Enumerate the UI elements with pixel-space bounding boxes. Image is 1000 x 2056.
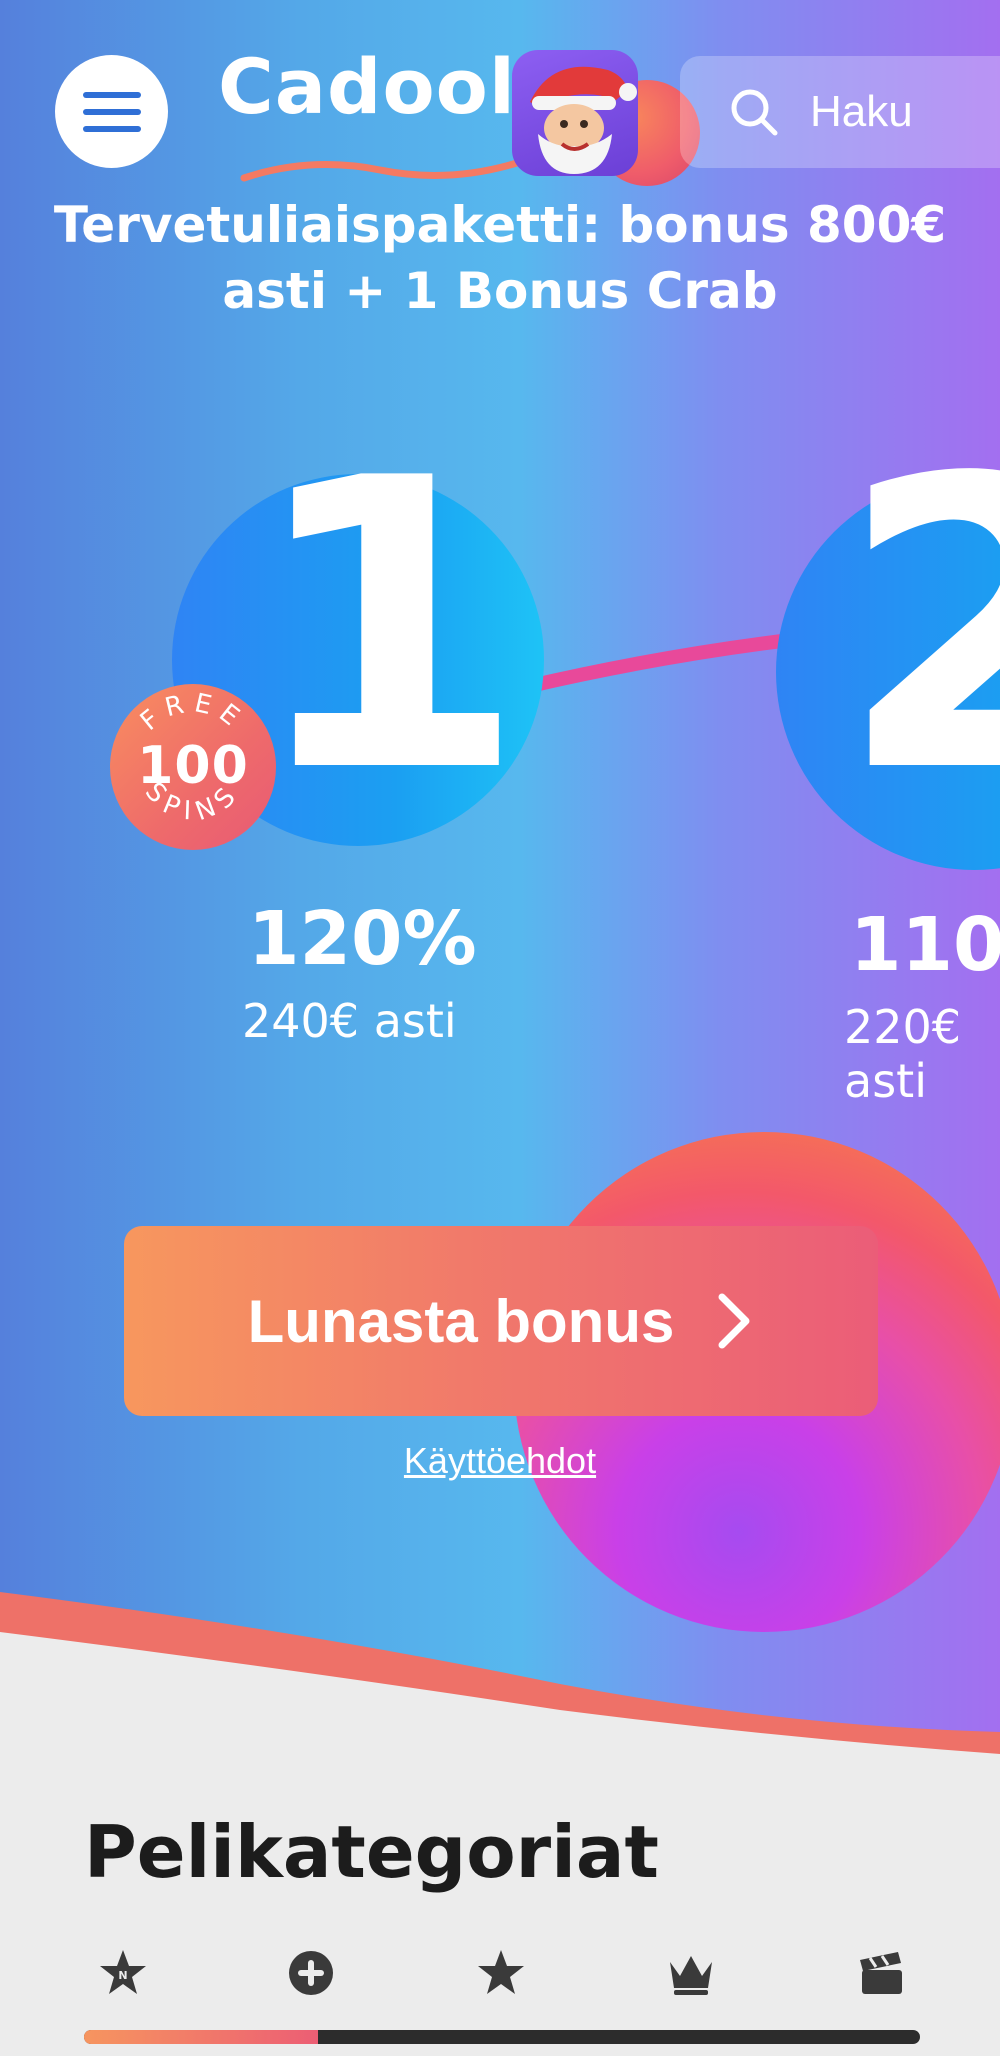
step-2-limit: 220€ asti	[844, 1000, 962, 1108]
category-new[interactable]: N	[96, 1946, 150, 2000]
step-1-number: 1	[248, 395, 527, 860]
categories-scroll-fill	[84, 2030, 319, 2044]
category-live[interactable]	[854, 1946, 908, 2000]
step-2-percent: 110%	[850, 902, 1000, 988]
menu-button[interactable]	[55, 55, 168, 168]
plus-circle-icon	[289, 1951, 333, 1995]
hero-banner: 1 2 FREE SPINS 100 120% 240€ asti 110% 2…	[0, 0, 1000, 1760]
search-placeholder: Haku	[810, 87, 913, 136]
free-spins-number: 100	[137, 736, 249, 796]
crown-icon	[670, 1956, 712, 1995]
claim-bonus-label: Lunasta bonus	[247, 1287, 675, 1355]
welcome-headline: Tervetuliaispaketti: bonus 800€ asti + 1…	[0, 192, 1000, 324]
star-icon	[478, 1950, 524, 1994]
headline-line-1: Tervetuliaispaketti: bonus 800€	[53, 196, 947, 254]
category-vip[interactable]	[664, 1946, 718, 2000]
category-plus[interactable]	[284, 1946, 338, 2000]
categories-scroll-indicator	[84, 2030, 920, 2044]
step-2-number: 2	[838, 395, 1000, 860]
new-star-icon: N	[100, 1950, 146, 1994]
claim-bonus-button[interactable]: Lunasta bonus	[124, 1226, 878, 1416]
category-popular[interactable]	[474, 1946, 528, 2000]
terms-link[interactable]: Käyttöehdot	[0, 1440, 1000, 1482]
svg-text:N: N	[118, 1969, 127, 1982]
logo-swoosh	[240, 158, 524, 182]
free-spins-badge: FREE SPINS 100	[110, 684, 276, 850]
search-icon	[731, 89, 778, 136]
hamburger-icon	[82, 91, 141, 132]
categories-title: Pelikategoriat	[84, 1810, 659, 1894]
search-bar[interactable]: Haku	[680, 56, 1000, 168]
hero-bottom-wave	[0, 1592, 1000, 1760]
free-spins-top: FREE	[135, 688, 243, 737]
santa-promo-icon[interactable]	[512, 50, 638, 176]
headline-line-2: asti + 1 Bonus Crab	[222, 262, 778, 320]
step-1-percent: 120%	[248, 896, 477, 982]
svg-text:FREE: FREE	[135, 688, 251, 737]
step-1-limit: 240€ asti	[242, 994, 457, 1048]
clapperboard-icon	[860, 1952, 902, 1994]
chevron-right-icon	[718, 1293, 750, 1349]
